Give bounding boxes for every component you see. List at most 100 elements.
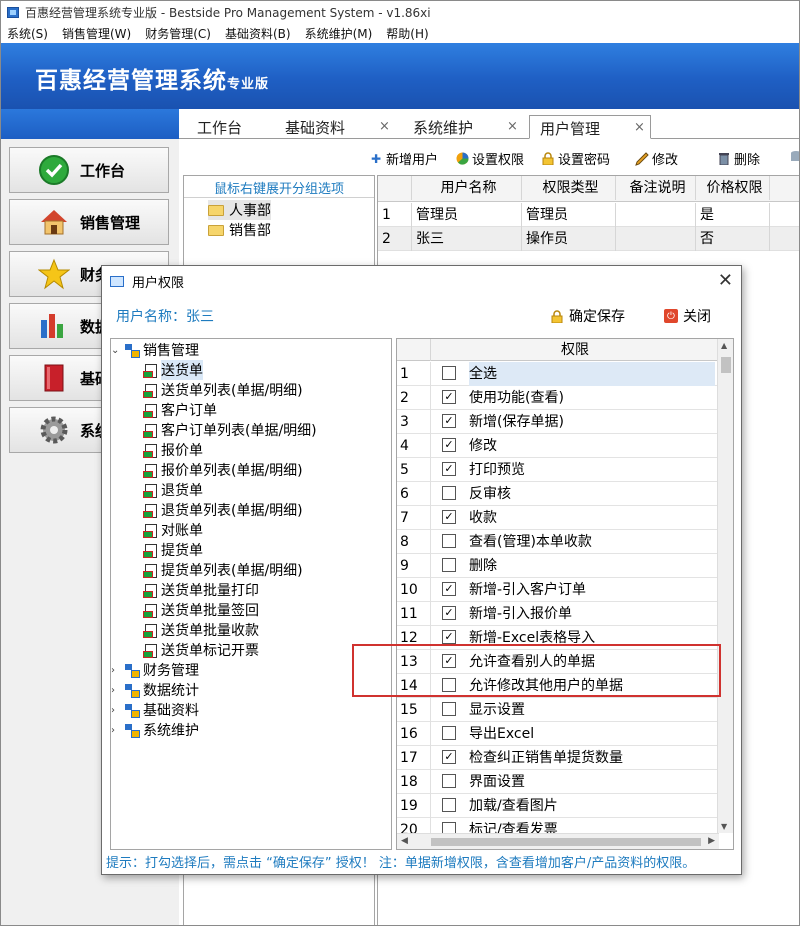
permission-checkbox[interactable] <box>442 702 456 716</box>
permission-row[interactable]: 14 允许修改其他用户的单据 <box>397 674 719 698</box>
permission-checkbox[interactable]: ✓ <box>442 438 456 452</box>
tree-leaf[interactable]: 送货单标记开票 <box>143 640 259 660</box>
tree-leaf[interactable]: 提货单 <box>143 540 203 560</box>
permission-checkbox[interactable]: ✓ <box>442 630 456 644</box>
permission-row[interactable]: 5 ✓ 打印预览 <box>397 458 719 482</box>
tab-close-icon[interactable]: × <box>507 119 518 134</box>
tree-node-sales[interactable]: ⌄ 销售管理 <box>111 340 199 360</box>
tree-node-basic[interactable]: › 基础资料 <box>111 700 199 720</box>
permission-row[interactable]: 17 ✓ 检查纠正销售单提货数量 <box>397 746 719 770</box>
permission-checkbox[interactable]: ✓ <box>442 750 456 764</box>
menu-system[interactable]: 系统(S) <box>7 25 48 42</box>
dialog-close-button[interactable]: ⏻ 关闭 <box>664 306 711 326</box>
permission-row[interactable]: 12 ✓ 新增-Excel表格导入 <box>397 626 719 650</box>
permission-checkbox[interactable] <box>442 534 456 548</box>
menu-basic-data[interactable]: 基础资料(B) <box>225 25 291 42</box>
tab-close-icon[interactable]: × <box>634 120 645 135</box>
add-user-button[interactable]: ✚ 新增用户 <box>369 149 438 169</box>
tree-leaf[interactable]: 送货单批量打印 <box>143 580 259 600</box>
tree-node-maintenance[interactable]: › 系统维护 <box>111 720 199 740</box>
scroll-down-icon[interactable]: ▼ <box>721 822 727 831</box>
set-permission-button[interactable]: 设置权限 <box>455 149 524 168</box>
permission-row[interactable]: 7 ✓ 收款 <box>397 506 719 530</box>
delete-button[interactable]: 删除 <box>717 149 760 168</box>
col-note[interactable]: 备注说明 <box>616 176 696 200</box>
scroll-right-icon[interactable]: ▶ <box>708 836 715 846</box>
permission-row[interactable]: 3 ✓ 新增(保存单据) <box>397 410 719 434</box>
tree-leaf[interactable]: 报价单列表(单据/明细) <box>143 460 303 480</box>
permission-checkbox[interactable] <box>442 798 456 812</box>
tree-leaf[interactable]: 送货单 <box>143 360 203 380</box>
permission-checkbox[interactable] <box>442 486 456 500</box>
close-icon[interactable]: ✕ <box>718 270 733 291</box>
horizontal-scrollbar[interactable]: ◀ ▶ <box>397 833 719 849</box>
permission-row[interactable]: 19 加载/查看图片 <box>397 794 719 818</box>
tab-workbench[interactable]: 工作台 <box>187 115 252 139</box>
tree-leaf[interactable]: 客户订单列表(单据/明细) <box>143 420 317 440</box>
tree-node-finance[interactable]: › 财务管理 <box>111 660 199 680</box>
scroll-thumb[interactable] <box>431 838 701 846</box>
scroll-up-icon[interactable]: ▲ <box>721 341 727 350</box>
scroll-left-icon[interactable]: ◀ <box>401 836 408 846</box>
permission-checkbox[interactable] <box>442 366 456 380</box>
tree-leaf[interactable]: 退货单列表(单据/明细) <box>143 500 303 520</box>
form-icon <box>143 423 157 438</box>
permission-checkbox[interactable]: ✓ <box>442 606 456 620</box>
permission-row[interactable]: 15 显示设置 <box>397 698 719 722</box>
tree-leaf[interactable]: 客户订单 <box>143 400 217 420</box>
permission-row[interactable]: 6 反审核 <box>397 482 719 506</box>
permission-checkbox[interactable]: ✓ <box>442 462 456 476</box>
tree-leaf[interactable]: 送货单批量收款 <box>143 620 259 640</box>
tab-user-management[interactable]: 用户管理 × <box>529 115 651 139</box>
tree-node-statistics[interactable]: › 数据统计 <box>111 680 199 700</box>
tree-leaf[interactable]: 对账单 <box>143 520 203 540</box>
permission-row[interactable]: 1 全选 <box>397 362 719 386</box>
col-permission[interactable]: 权限 <box>431 339 719 361</box>
permission-checkbox[interactable]: ✓ <box>442 510 456 524</box>
permission-row[interactable]: 13 ✓ 允许查看别人的单据 <box>397 650 719 674</box>
tree-leaf[interactable]: 报价单 <box>143 440 203 460</box>
nav-sales[interactable]: 销售管理 <box>9 199 169 245</box>
permission-row[interactable]: 8 查看(管理)本单收款 <box>397 530 719 554</box>
permission-checkbox[interactable]: ✓ <box>442 414 456 428</box>
col-perm-type[interactable]: 权限类型 <box>522 176 616 200</box>
permission-checkbox[interactable] <box>442 558 456 572</box>
permission-row[interactable]: 4 ✓ 修改 <box>397 434 719 458</box>
permission-checkbox[interactable] <box>442 774 456 788</box>
permission-row[interactable]: 11 ✓ 新增-引入报价单 <box>397 602 719 626</box>
col-price-perm[interactable]: 价格权限 <box>696 176 770 200</box>
table-row[interactable]: 2 张三 操作员 否 <box>378 227 799 251</box>
nav-workbench[interactable]: 工作台 <box>9 147 169 193</box>
scroll-thumb[interactable] <box>721 357 731 373</box>
more-button-icon[interactable] <box>789 149 799 163</box>
tab-close-icon[interactable]: × <box>379 119 390 134</box>
tree-leaf[interactable]: 提货单列表(单据/明细) <box>143 560 303 580</box>
tree-leaf[interactable]: 送货单批量签回 <box>143 600 259 620</box>
menu-maintenance[interactable]: 系统维护(M) <box>305 25 373 42</box>
vertical-scrollbar[interactable]: ▲ ▼ <box>717 339 733 833</box>
set-password-button[interactable]: 设置密码 <box>541 149 610 168</box>
edit-button[interactable]: 修改 <box>635 149 678 168</box>
confirm-save-button[interactable]: 确定保存 <box>550 306 625 326</box>
permission-row[interactable]: 9 删除 <box>397 554 719 578</box>
permission-checkbox[interactable] <box>442 678 456 692</box>
menu-finance[interactable]: 财务管理(C) <box>145 25 211 42</box>
permission-checkbox[interactable]: ✓ <box>442 390 456 404</box>
tab-maintenance[interactable]: 系统维护 × <box>403 115 518 139</box>
permission-checkbox[interactable] <box>442 726 456 740</box>
menu-help[interactable]: 帮助(H) <box>386 25 428 42</box>
permission-row[interactable]: 10 ✓ 新增-引入客户订单 <box>397 578 719 602</box>
permission-row[interactable]: 2 ✓ 使用功能(查看) <box>397 386 719 410</box>
tab-basic-data[interactable]: 基础资料 × <box>275 115 390 139</box>
permission-checkbox[interactable]: ✓ <box>442 582 456 596</box>
permission-row[interactable]: 18 界面设置 <box>397 770 719 794</box>
tree-leaf[interactable]: 退货单 <box>143 480 203 500</box>
tree-leaf[interactable]: 送货单列表(单据/明细) <box>143 380 303 400</box>
group-sales[interactable]: 销售部 <box>208 220 271 240</box>
table-row[interactable]: 1 管理员 管理员 是 <box>378 203 799 227</box>
permission-row[interactable]: 16 导出Excel <box>397 722 719 746</box>
permission-checkbox[interactable]: ✓ <box>442 654 456 668</box>
col-username[interactable]: 用户名称 <box>412 176 522 200</box>
group-hr[interactable]: 人事部 <box>208 200 271 220</box>
menu-sales[interactable]: 销售管理(W) <box>62 25 131 42</box>
